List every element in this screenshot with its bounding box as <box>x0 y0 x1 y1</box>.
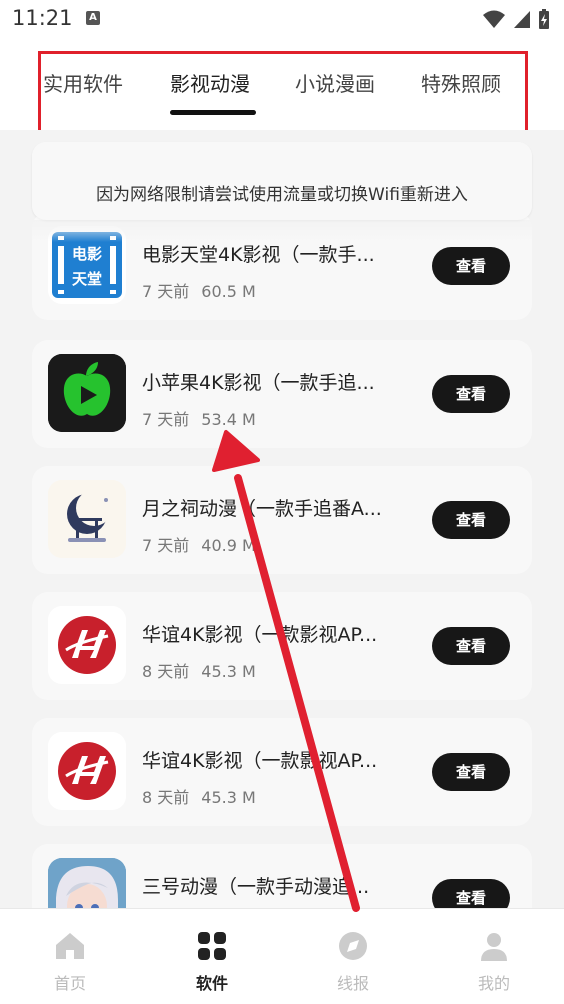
view-button[interactable]: 查看 <box>432 753 510 791</box>
app-title: 三号动漫（一款手动漫追... <box>142 876 370 898</box>
app-title: 华谊4K影视（一款影视AP... <box>142 624 378 646</box>
icon-text-line2: 天堂 <box>72 270 102 288</box>
moon-shrine-icon <box>48 480 126 558</box>
notification-a-icon: A <box>86 11 100 25</box>
icon-text-line1: 电影 <box>72 245 102 263</box>
app-meta: 7 天前 53.4 M <box>142 406 256 430</box>
nav-profile[interactable]: 我的 <box>444 929 544 994</box>
home-icon <box>56 933 84 959</box>
app-title: 月之祠动漫（一款手追番A... <box>142 498 382 520</box>
app-meta: 8 天前 45.3 M <box>142 784 256 808</box>
nav-home[interactable]: 首页 <box>20 929 120 994</box>
app-title: 华谊4K影视（一款影视AP... <box>142 750 378 772</box>
notice-text-overlay: 因为网络限制请尝试使用流量或切换Wifi重新进入 <box>96 185 468 205</box>
status-bar: 11:21 A <box>0 0 564 38</box>
nav-label: 我的 <box>477 974 510 993</box>
grid-apps-icon <box>198 932 226 960</box>
tab-novels-comics[interactable]: 小说漫画 <box>295 68 375 97</box>
status-time: 11:21 <box>12 6 73 30</box>
list-item[interactable]: 小苹果4K影视（一款手追... 7 天前 53.4 M 查看 <box>32 340 532 448</box>
nav-news[interactable]: 线报 <box>303 929 403 994</box>
anime-character-icon <box>48 858 126 908</box>
status-icons <box>482 8 550 30</box>
active-tab-indicator <box>170 110 256 115</box>
app-meta: 7 天前 40.9 M <box>142 532 256 556</box>
app-size: 40.9 M <box>201 536 256 555</box>
wifi-icon <box>483 10 505 28</box>
huayi-logo-icon <box>48 732 126 810</box>
app-size: 45.3 M <box>201 788 256 807</box>
view-button[interactable]: 查看 <box>432 247 510 285</box>
view-button[interactable]: 查看 <box>432 501 510 539</box>
compass-icon <box>339 932 367 960</box>
signal-icon <box>514 11 530 28</box>
app-age: 7 天前 <box>142 410 190 429</box>
app-age: 8 天前 <box>142 662 190 681</box>
app-title: 电影天堂4K影视（一款手... <box>142 244 375 266</box>
battery-icon <box>539 9 549 29</box>
user-icon <box>481 933 507 961</box>
view-button[interactable]: 查看 <box>432 627 510 665</box>
nav-label: 线报 <box>336 974 369 993</box>
list-item[interactable]: 月之祠动漫（一款手追番A... 7 天前 40.9 M 查看 <box>32 466 532 574</box>
nav-label: 软件 <box>195 974 228 993</box>
app-age: 8 天前 <box>142 788 190 807</box>
list-item[interactable]: 华谊4K影视（一款影视AP... 8 天前 45.3 M 查看 <box>32 718 532 826</box>
category-tab-bar: 实用软件 影视动漫 小说漫画 特殊照顾 <box>38 51 528 135</box>
list-item[interactable]: 三号动漫（一款手动漫追... 查看 <box>32 844 532 908</box>
app-title: 小苹果4K影视（一款手追... <box>142 372 375 394</box>
green-apple-play-icon <box>48 354 126 432</box>
tab-film-animation[interactable]: 影视动漫 <box>170 68 250 97</box>
view-button[interactable]: 查看 <box>432 879 510 908</box>
nav-label: 首页 <box>53 974 86 993</box>
bottom-nav: 首页 软件 线报 我的 <box>0 908 564 1004</box>
app-meta: 7 天前 60.5 M <box>142 278 256 302</box>
view-button[interactable]: 查看 <box>432 375 510 413</box>
app-size: 53.4 M <box>201 410 256 429</box>
app-age: 7 天前 <box>142 282 190 301</box>
app-size: 60.5 M <box>201 282 256 301</box>
top-tab-area: 实用软件 影视动漫 小说漫画 特殊照顾 <box>0 38 564 135</box>
scroll-fade <box>0 220 564 242</box>
tab-special-care[interactable]: 特殊照顾 <box>421 68 501 97</box>
nav-software[interactable]: 软件 <box>162 929 262 994</box>
network-notice-overlay: 因为网络限制请尝试使用流量或切换Wifi重新进入 <box>32 142 532 220</box>
app-list-container[interactable]: 因为网络限制请尝试使用流量或切换Wifi重新进入 电影 天堂 电影天堂4K影视（… <box>0 130 564 908</box>
tab-practical-software[interactable]: 实用软件 <box>43 68 123 97</box>
app-size: 45.3 M <box>201 662 256 681</box>
list-item[interactable]: 华谊4K影视（一款影视AP... 8 天前 45.3 M 查看 <box>32 592 532 700</box>
app-age: 7 天前 <box>142 536 190 555</box>
huayi-logo-icon <box>48 606 126 684</box>
app-meta: 8 天前 45.3 M <box>142 658 256 682</box>
